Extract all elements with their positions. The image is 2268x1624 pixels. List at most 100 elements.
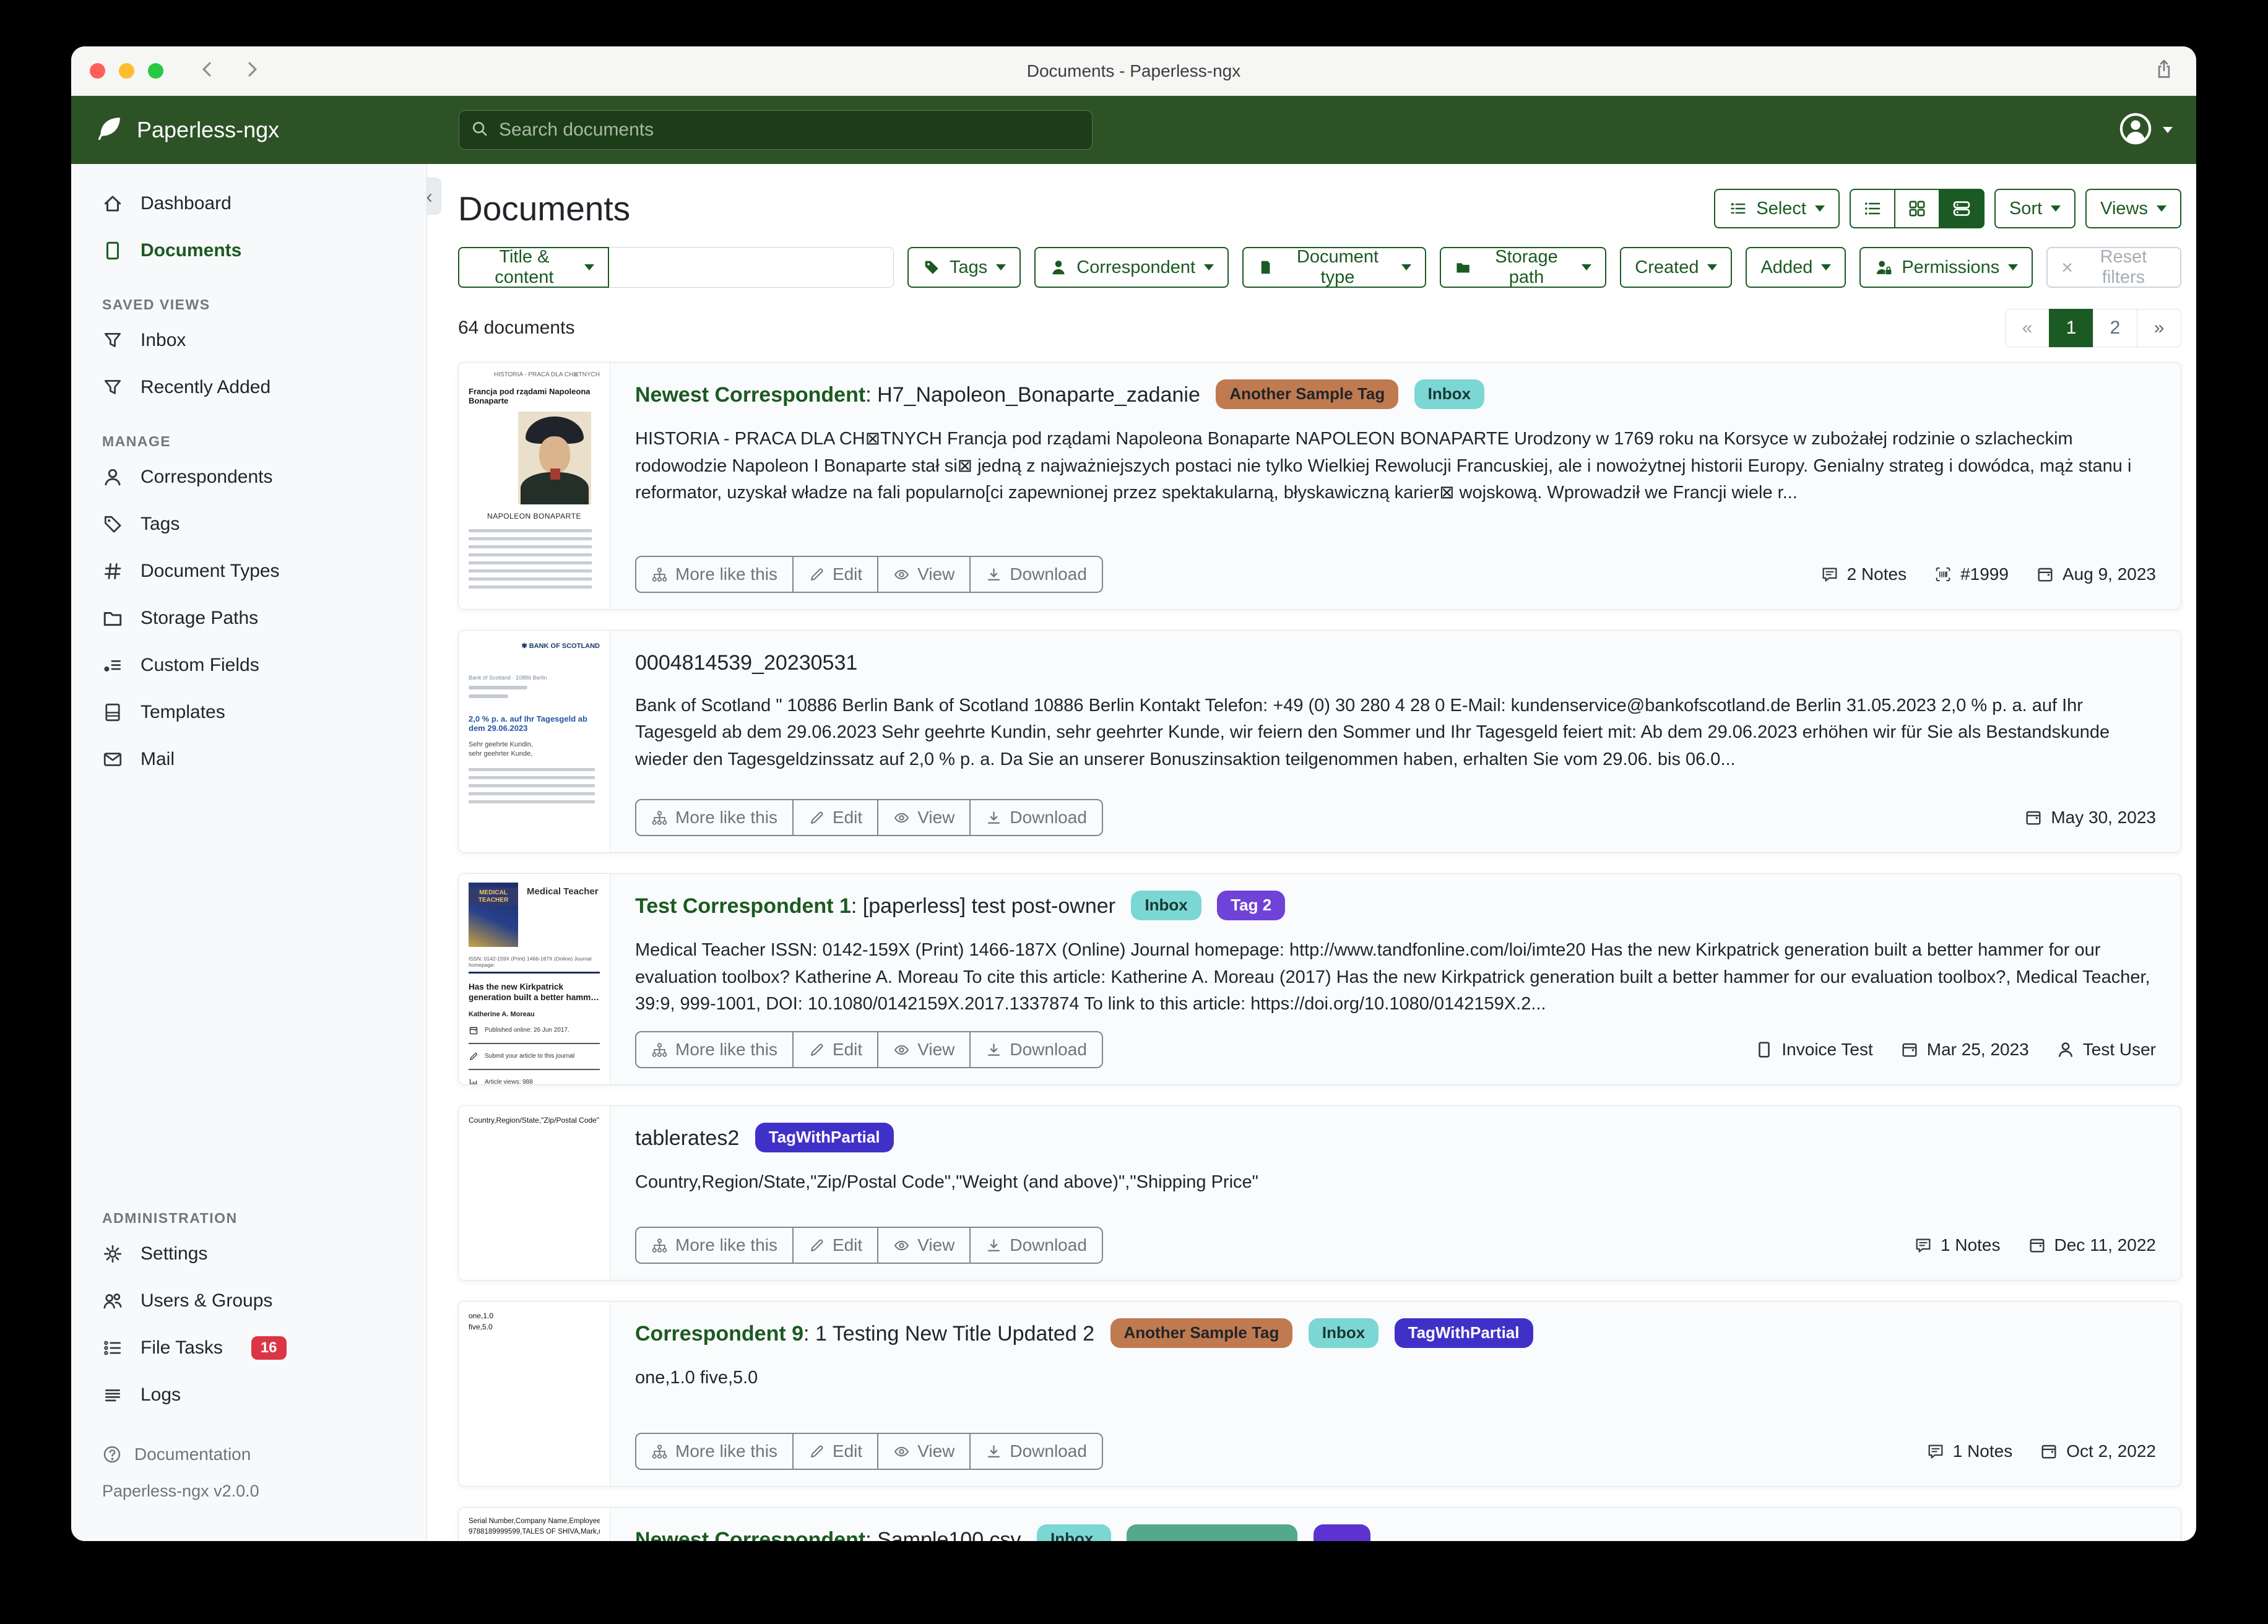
document-title[interactable]: Sample100.csv (877, 1528, 1021, 1541)
share-icon[interactable] (2153, 58, 2175, 84)
sidebar-item-templates[interactable]: Templates (71, 689, 426, 736)
edit-button[interactable]: Edit (792, 800, 877, 835)
filter-text-input[interactable] (609, 247, 894, 288)
filter-created-button[interactable]: Created (1620, 247, 1732, 288)
forward-icon[interactable] (242, 59, 262, 82)
close-window-button[interactable] (90, 63, 105, 79)
view-mode-list-button[interactable] (1850, 189, 1895, 228)
document-thumbnail[interactable]: Country,Region/State,"Zip/Postal Code","… (459, 1106, 610, 1280)
correspondent-link[interactable]: Correspondent 9 (635, 1322, 803, 1345)
more-like-this-button[interactable]: More like this (636, 1032, 792, 1067)
tag-pill[interactable]: Tag 2 (1217, 891, 1285, 920)
filter-added-button[interactable]: Added (1746, 247, 1846, 288)
calendar-icon (2028, 1236, 2046, 1255)
tag-pill[interactable]: Inbox (1309, 1318, 1379, 1348)
filter-document-type-button[interactable]: Document type (1242, 247, 1426, 288)
correspondent-link[interactable]: Newest Correspondent (635, 383, 865, 407)
back-icon[interactable] (197, 59, 217, 82)
reset-filters-button[interactable]: × Reset filters (2046, 247, 2181, 288)
sidebar-item-document-types[interactable]: Document Types (71, 548, 426, 595)
download-button[interactable]: Download (969, 1228, 1102, 1263)
view-button[interactable]: View (877, 800, 969, 835)
view-button[interactable]: View (877, 557, 969, 592)
minimize-window-button[interactable] (119, 63, 134, 79)
sidebar-item-file-tasks[interactable]: File Tasks 16 (71, 1324, 426, 1371)
zoom-window-button[interactable] (148, 63, 163, 79)
filter-storage-path-button[interactable]: Storage path (1440, 247, 1607, 288)
filter-field-button[interactable]: Title & content (458, 247, 609, 288)
sidebar-item-inbox[interactable]: Inbox (71, 317, 426, 364)
sidebar-item-correspondents[interactable]: Correspondents (71, 454, 426, 501)
tag-pill[interactable]: Inbox (1414, 379, 1484, 409)
correspondent-link[interactable]: Newest Correspondent (635, 1528, 865, 1541)
edit-button[interactable]: Edit (792, 1434, 877, 1469)
download-button[interactable]: Download (969, 1032, 1102, 1067)
edit-button[interactable]: Edit (792, 1228, 877, 1263)
sidebar-item-logs[interactable]: Logs (71, 1371, 426, 1419)
select-button[interactable]: Select (1714, 189, 1840, 228)
more-like-this-button[interactable]: More like this (636, 557, 792, 592)
sort-button[interactable]: Sort (1994, 189, 2075, 228)
tag-pill[interactable]: Inbox (1131, 891, 1201, 920)
sidebar-item-settings[interactable]: Settings (71, 1230, 426, 1277)
documentation-link[interactable]: Documentation (71, 1436, 426, 1473)
tag-pill[interactable] (1127, 1524, 1297, 1541)
notes-count[interactable]: 2 Notes (1820, 564, 1907, 584)
sidebar-item-storage-paths[interactable]: Storage Paths (71, 595, 426, 642)
tag-pill[interactable]: TagWithPartial (1395, 1318, 1533, 1348)
sidebar-item-tags[interactable]: Tags (71, 501, 426, 548)
calendar-icon (2040, 1442, 2058, 1461)
document-thumbnail[interactable]: one,1.0 five,5.0 (459, 1302, 610, 1486)
view-mode-grid-button[interactable] (1894, 189, 1940, 228)
document-title[interactable]: 0004814539_20230531 (635, 651, 857, 675)
view-button[interactable]: View (877, 1032, 969, 1067)
tag-pill[interactable]: Another Sample Tag (1110, 1318, 1293, 1348)
document-title[interactable]: [paperless] test post-owner (863, 894, 1115, 918)
sidebar-item-recently-added[interactable]: Recently Added (71, 364, 426, 411)
page-next-button[interactable]: » (2137, 309, 2181, 347)
justify-icon (102, 1384, 123, 1406)
views-button[interactable]: Views (2085, 189, 2181, 228)
notes-count[interactable]: 1 Notes (1926, 1441, 2013, 1461)
download-button[interactable]: Download (969, 557, 1102, 592)
page-1-button[interactable]: 1 (2049, 309, 2093, 347)
brand[interactable]: Paperless-ngx (95, 114, 279, 146)
sidebar-item-documents[interactable]: Documents (71, 227, 426, 274)
sidebar-item-dashboard[interactable]: Dashboard (71, 180, 426, 227)
user-menu[interactable] (2118, 111, 2173, 149)
document-thumbnail[interactable]: MEDICAL TEACHER Medical Teacher ISSN: 01… (459, 874, 610, 1084)
edit-button[interactable]: Edit (792, 557, 877, 592)
view-mode-details-button[interactable] (1939, 189, 1984, 228)
document-title[interactable]: tablerates2 (635, 1126, 739, 1150)
download-button[interactable]: Download (969, 1434, 1102, 1469)
notes-count[interactable]: 1 Notes (1914, 1235, 2001, 1255)
document-thumbnail[interactable]: ✾ BANK OF SCOTLAND Bank of Scotland · 10… (459, 631, 610, 852)
page-2-button[interactable]: 2 (2093, 309, 2137, 347)
more-like-this-button[interactable]: More like this (636, 1434, 792, 1469)
edit-button[interactable]: Edit (792, 1032, 877, 1067)
sidebar-item-mail[interactable]: Mail (71, 736, 426, 783)
more-like-this-button[interactable]: More like this (636, 800, 792, 835)
view-button[interactable]: View (877, 1228, 969, 1263)
correspondent-link[interactable]: Test Correspondent 1 (635, 894, 851, 918)
document-title[interactable]: 1 Testing New Title Updated 2 (815, 1322, 1094, 1345)
document-title[interactable]: H7_Napoleon_Bonaparte_zadanie (877, 383, 1200, 407)
filter-tags-button[interactable]: Tags (907, 247, 1021, 288)
more-like-this-button[interactable]: More like this (636, 1228, 792, 1263)
tag-pill[interactable] (1314, 1524, 1370, 1541)
document-thumbnail[interactable]: Serial Number,Company Name,Employee Mark… (459, 1508, 610, 1541)
sidebar-collapse-button[interactable]: « (427, 178, 441, 215)
sidebar-item-custom-fields[interactable]: Custom Fields (71, 642, 426, 689)
sidebar-item-users-groups[interactable]: Users & Groups (71, 1277, 426, 1324)
tag-pill[interactable]: Another Sample Tag (1216, 379, 1398, 409)
tag-pill[interactable]: TagWithPartial (755, 1123, 894, 1152)
view-button[interactable]: View (877, 1434, 969, 1469)
download-button[interactable]: Download (969, 800, 1102, 835)
filter-correspondent-button[interactable]: Correspondent (1034, 247, 1229, 288)
tag-pill[interactable]: Inbox (1037, 1524, 1111, 1541)
document-thumbnail[interactable]: HISTORIA - PRACA DLA CH⊠TNYCH Francja po… (459, 363, 610, 609)
filter-permissions-button[interactable]: Permissions (1859, 247, 2033, 288)
search-input[interactable] (499, 119, 1081, 140)
page-prev-button[interactable]: « (2005, 309, 2049, 347)
global-search[interactable] (459, 110, 1093, 150)
